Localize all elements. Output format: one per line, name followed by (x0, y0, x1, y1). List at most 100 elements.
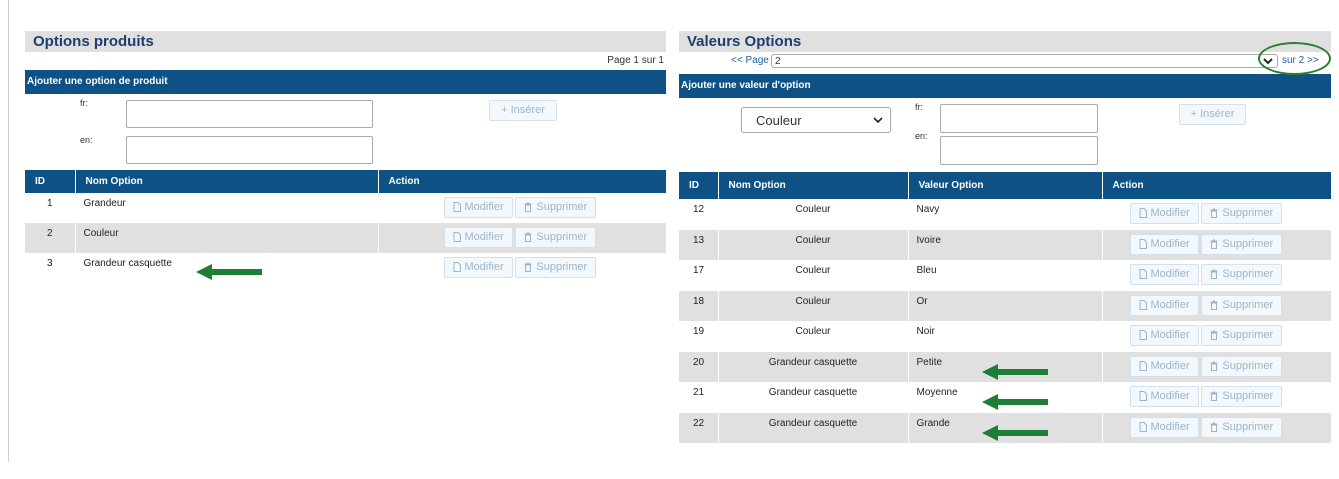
row-option-value: Bleu (908, 260, 1103, 291)
delete-button[interactable]: Supprimer (515, 227, 597, 248)
insert-value-button[interactable]: + Insérer (1179, 104, 1246, 125)
page-divider (8, 0, 9, 462)
delete-label: Supprimer (1222, 298, 1274, 311)
modify-label: Modifier (464, 231, 504, 243)
row-option-name: Couleur (718, 199, 909, 230)
pager-prev-link[interactable]: << Page (731, 52, 769, 70)
row-option-name: Grandeur casquette (718, 412, 909, 443)
delete-label: Supprimer (536, 261, 588, 273)
insert-option-button[interactable]: + Insérer (489, 100, 557, 121)
modify-button[interactable]: Modifier (1129, 294, 1199, 316)
column-header-action: Action (1102, 172, 1331, 199)
highlight-circle (1258, 42, 1331, 75)
arrow-left-icon (196, 264, 262, 280)
trash-icon (1210, 239, 1218, 249)
value-en-input[interactable] (940, 136, 1098, 165)
table-row: 13 Couleur Ivoire Modifier Supprimer (679, 229, 1331, 260)
trash-icon (1210, 269, 1218, 279)
en-label: en: (915, 131, 928, 141)
modify-button[interactable]: Modifier (443, 227, 513, 248)
fr-label: fr: (80, 98, 88, 108)
delete-label: Supprimer (1222, 359, 1274, 372)
modify-button[interactable]: Modifier (1129, 233, 1199, 255)
modify-button[interactable]: Modifier (443, 197, 513, 218)
row-option-name: Grandeur casquette (718, 351, 909, 382)
document-icon (1139, 269, 1147, 279)
option-select[interactable]: Couleur (741, 107, 891, 133)
options-pager: Page 1 sur 1 (607, 55, 664, 66)
delete-button[interactable]: Supprimer (515, 197, 597, 218)
delete-button[interactable]: Supprimer (1201, 294, 1283, 316)
delete-button[interactable]: Supprimer (1201, 416, 1283, 438)
row-option-name: Grandeur casquette (718, 382, 909, 413)
row-option-value: Or (908, 290, 1103, 321)
modify-button[interactable]: Modifier (1129, 264, 1199, 285)
modify-button[interactable]: Modifier (1129, 355, 1199, 377)
option-en-input[interactable] (126, 136, 373, 164)
add-value-bar: Ajouter une valeur d'option (679, 74, 1331, 98)
modify-button[interactable]: Modifier (1129, 325, 1199, 346)
option-select-value: Couleur (756, 113, 802, 128)
arrow-left-icon (982, 364, 1048, 380)
document-icon (1139, 330, 1147, 340)
add-value-form: Couleur fr: en: + Insérer (679, 98, 1331, 172)
modify-label: Modifier (1150, 207, 1190, 219)
delete-button[interactable]: Supprimer (1201, 325, 1283, 346)
row-option-name: Couleur (75, 223, 379, 253)
value-fr-input[interactable] (940, 104, 1098, 133)
column-header-action: Action (378, 170, 666, 193)
row-option-name: Grandeur (75, 193, 379, 223)
delete-button[interactable]: Supprimer (1201, 264, 1283, 285)
action-cell: Modifier Supprimer (378, 253, 666, 283)
trash-icon (1210, 300, 1218, 310)
modify-button[interactable]: Modifier (1129, 386, 1199, 407)
row-option-value: Ivoire (908, 229, 1103, 260)
row-id: 18 (679, 290, 719, 321)
row-option-value: Noir (908, 321, 1103, 352)
page-select[interactable]: 2 (771, 54, 1278, 68)
table-row: 12 Couleur Navy Modifier Supprimer (679, 199, 1331, 230)
table-row: 19 Couleur Noir Modifier Supprimer (679, 321, 1331, 352)
row-id: 20 (679, 351, 719, 382)
trash-icon (1210, 391, 1218, 401)
modify-button[interactable]: Modifier (443, 257, 513, 278)
row-option-value: Navy (908, 199, 1103, 230)
column-header-name: Nom Option (75, 170, 379, 193)
document-icon (1139, 421, 1147, 432)
document-icon (1139, 299, 1147, 310)
row-id: 3 (25, 253, 76, 283)
modify-label: Modifier (1150, 329, 1190, 341)
row-id: 22 (679, 412, 719, 443)
action-cell: Modifier Supprimer (1102, 382, 1331, 413)
table-row: 1 Grandeur Modifier Supprimer (25, 193, 666, 223)
delete-button[interactable]: Supprimer (1201, 203, 1283, 224)
delete-button[interactable]: Supprimer (1201, 233, 1283, 255)
arrow-left-icon (982, 394, 1048, 410)
action-cell: Modifier Supprimer (1102, 412, 1331, 443)
options-table: ID Nom Option Action 1 Grandeur Modifier S… (25, 170, 666, 283)
trash-icon (1210, 361, 1218, 371)
option-fr-input[interactable] (126, 100, 373, 128)
delete-button[interactable]: Supprimer (1201, 355, 1283, 377)
values-pager: << Page 2 sur 2 >> (679, 42, 1331, 75)
modify-label: Modifier (1150, 390, 1190, 402)
trash-icon (524, 232, 532, 242)
trash-icon (524, 262, 532, 272)
row-id: 12 (679, 199, 719, 230)
modify-button[interactable]: Modifier (1129, 416, 1199, 438)
delete-button[interactable]: Supprimer (515, 257, 597, 278)
row-id: 13 (679, 229, 719, 260)
column-header-value: Valeur Option (908, 172, 1103, 199)
delete-button[interactable]: Supprimer (1201, 386, 1283, 407)
modify-button[interactable]: Modifier (1129, 203, 1199, 224)
fr-label: fr: (915, 102, 923, 112)
arrow-left-icon (982, 425, 1048, 441)
en-label: en: (80, 135, 93, 145)
options-panel: Options produits Page 1 sur 1 Ajouter un… (25, 31, 666, 283)
document-icon (453, 262, 461, 272)
table-row: 18 Couleur Or Modifier Supprimer (679, 290, 1331, 321)
row-option-name: Couleur (718, 290, 909, 321)
delete-label: Supprimer (1222, 237, 1274, 250)
action-cell: Modifier Supprimer (378, 193, 666, 223)
modify-label: Modifier (1150, 268, 1190, 280)
